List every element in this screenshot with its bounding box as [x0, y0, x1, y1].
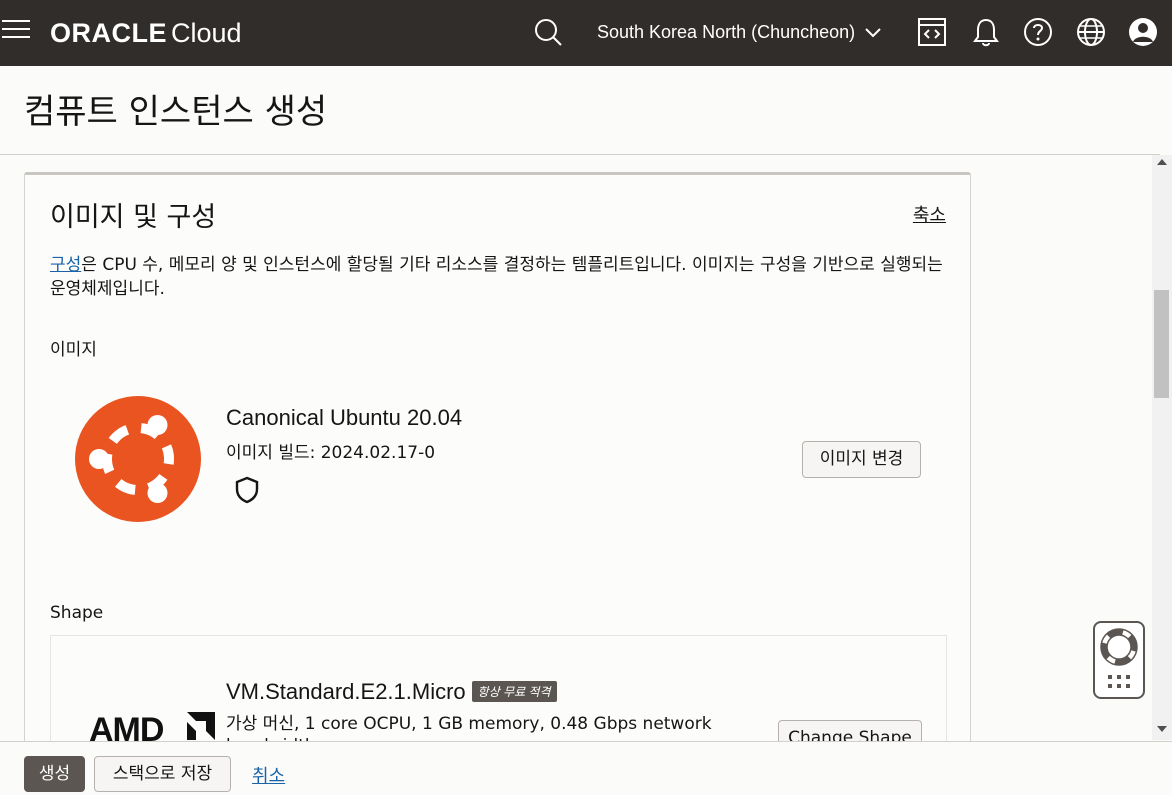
- shape-name-text: VM.Standard.E2.1.Micro: [226, 679, 466, 704]
- collapse-link[interactable]: 축소: [913, 201, 946, 227]
- section-description: 구성은 CPU 수, 메모리 양 및 인스턴스에 할당될 기타 리소스를 결정하…: [50, 253, 950, 301]
- amd-logo-icon: AMD: [89, 711, 215, 744]
- image-and-shape-section: 이미지 및 구성 축소 구성은 CPU 수, 메모리 양 및 인스턴스에 할당될…: [24, 172, 971, 775]
- search-icon[interactable]: [532, 16, 564, 48]
- help-support-widget[interactable]: [1093, 621, 1145, 699]
- language-globe-icon[interactable]: [1075, 16, 1107, 48]
- shape-label: Shape: [50, 603, 104, 623]
- scroll-up-arrow-icon[interactable]: [1157, 159, 1167, 165]
- description-text: 은 CPU 수, 메모리 양 및 인스턴스에 할당될 기타 리소스를 결정하는 …: [50, 255, 943, 299]
- scroll-thumb[interactable]: [1154, 290, 1169, 398]
- image-build: 이미지 빌드: 2024.02.17-0: [226, 443, 436, 463]
- section-title: 이미지 및 구성: [50, 202, 217, 233]
- page-header: 컴퓨트 인스턴스 생성: [0, 66, 1160, 155]
- cloud-shell-icon[interactable]: [916, 16, 948, 48]
- page-title: 컴퓨트 인스턴스 생성: [24, 92, 328, 132]
- top-navigation-bar: ORACLE Cloud South Korea North (Chuncheon…: [0, 0, 1172, 66]
- create-button[interactable]: 생성: [24, 756, 85, 792]
- oracle-cloud-logo[interactable]: ORACLE Cloud: [50, 15, 242, 51]
- menu-icon[interactable]: [2, 20, 30, 44]
- save-as-stack-button[interactable]: 스택으로 저장: [94, 756, 231, 792]
- scroll-down-arrow-icon[interactable]: [1157, 726, 1167, 732]
- chevron-down-icon: [865, 28, 881, 38]
- lifebuoy-icon: [1100, 628, 1138, 688]
- ubuntu-logo-icon: [75, 396, 201, 522]
- cancel-link[interactable]: 취소: [252, 762, 285, 788]
- image-name: Canonical Ubuntu 20.04: [226, 405, 463, 430]
- region-label: South Korea North (Chuncheon): [597, 22, 856, 42]
- region-selector[interactable]: South Korea North (Chuncheon): [597, 18, 882, 46]
- shape-doc-link[interactable]: 구성: [50, 255, 81, 275]
- brand-cloud: Cloud: [171, 18, 242, 48]
- svg-text:AMD: AMD: [89, 711, 164, 744]
- vertical-scrollbar[interactable]: [1152, 155, 1172, 740]
- shape-name: VM.Standard.E2.1.Micro 항상 무료 적격: [226, 679, 557, 705]
- notification-bell-icon[interactable]: [970, 16, 1002, 48]
- change-image-button[interactable]: 이미지 변경: [802, 441, 921, 478]
- brand-oracle: ORACLE: [50, 18, 167, 48]
- shield-security-icon: [235, 476, 259, 504]
- help-icon[interactable]: [1022, 16, 1054, 48]
- always-free-badge: 항상 무료 적격: [471, 680, 557, 702]
- form-footer: 생성 스택으로 저장 취소: [0, 741, 1172, 795]
- image-label: 이미지: [50, 340, 97, 360]
- user-profile-icon[interactable]: [1127, 16, 1159, 48]
